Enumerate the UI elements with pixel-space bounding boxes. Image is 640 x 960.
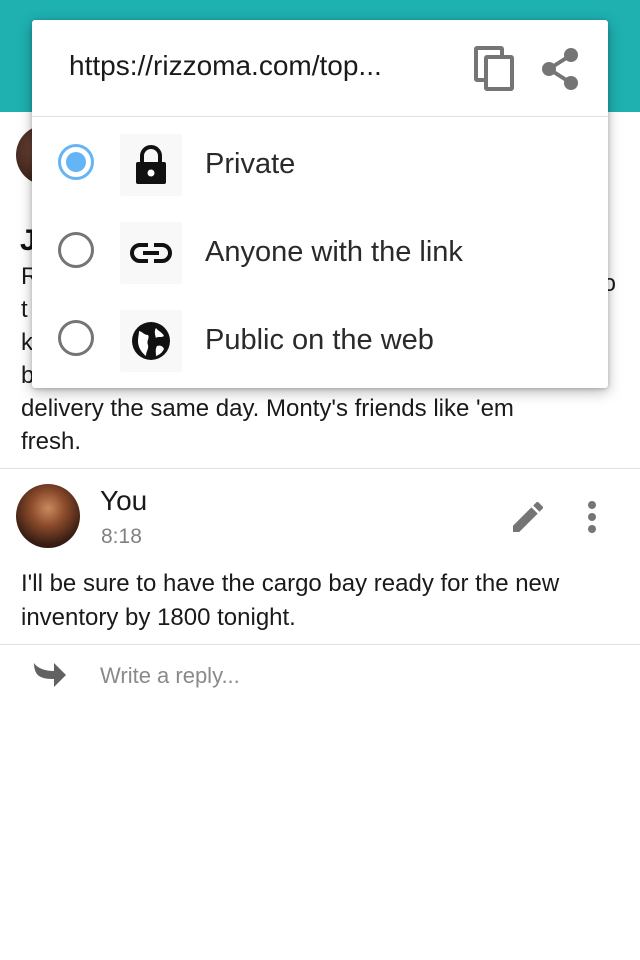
- more-vert-icon[interactable]: [578, 497, 606, 537]
- share-icon[interactable]: [538, 46, 582, 92]
- radio-public-on-web[interactable]: [58, 320, 94, 356]
- option-label: Private: [205, 148, 296, 180]
- reply-input[interactable]: [100, 659, 600, 693]
- divider: [32, 116, 608, 117]
- lock-icon: [120, 134, 182, 196]
- reply-row: [0, 645, 640, 707]
- share-popup: https://rizzoma.com/top... Private Anyon…: [32, 20, 608, 388]
- reply-arrow-icon: [28, 657, 68, 693]
- globe-icon: [120, 310, 182, 372]
- radio-private[interactable]: [58, 144, 94, 180]
- option-anyone-with-link[interactable]: Anyone with the link: [32, 208, 608, 296]
- message-text: I'll be sure to have the cargo bay ready…: [21, 570, 560, 631]
- message-time: 8:18: [101, 525, 142, 548]
- message-line: delivery the same day. Monty's friends l…: [21, 395, 514, 422]
- radio-anyone-with-link[interactable]: [58, 232, 94, 268]
- share-url[interactable]: https://rizzoma.com/top...: [69, 50, 382, 82]
- option-public-on-web[interactable]: Public on the web: [32, 296, 608, 384]
- screen: J o R t k b delivery the same day. Monty…: [0, 0, 640, 960]
- pencil-icon[interactable]: [508, 497, 548, 537]
- option-label: Anyone with the link: [205, 236, 463, 268]
- message-author: You: [100, 485, 148, 516]
- option-label: Public on the web: [205, 324, 434, 356]
- message-line: fresh.: [21, 428, 82, 455]
- avatar[interactable]: [16, 484, 80, 548]
- option-private[interactable]: Private: [32, 120, 608, 208]
- link-icon: [120, 222, 182, 284]
- message-2: You 8:18 I'll be sure to have the cargo …: [0, 469, 640, 644]
- copy-icon[interactable]: [472, 44, 518, 92]
